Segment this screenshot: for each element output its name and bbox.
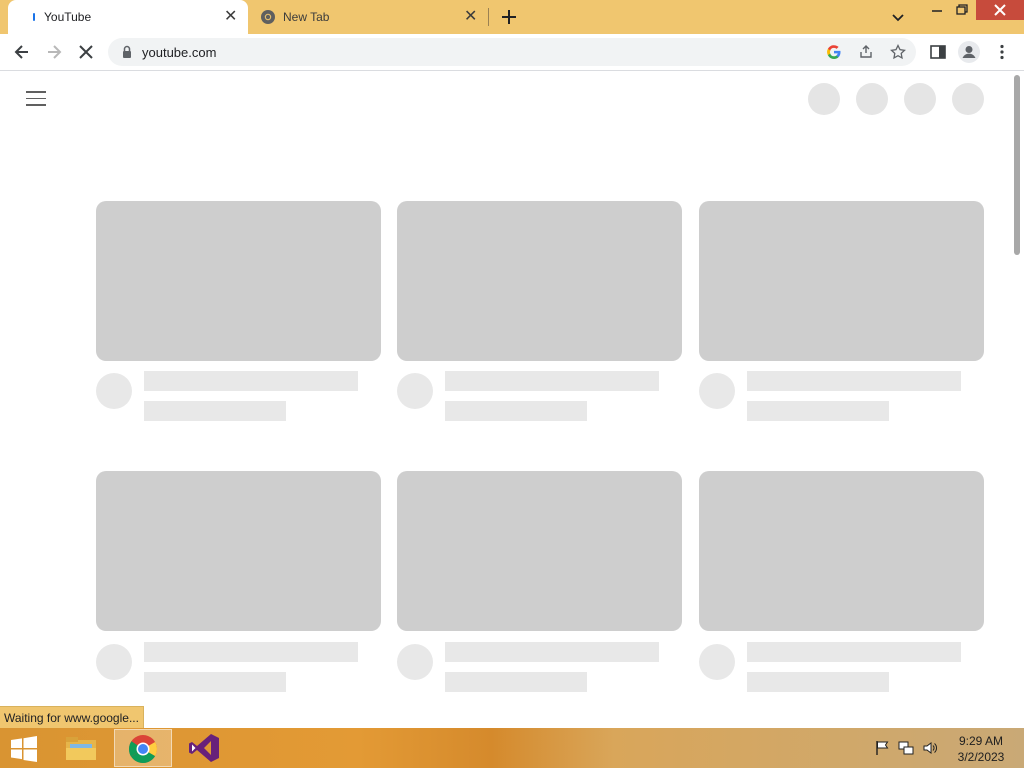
hamburger-menu-icon[interactable] [26,91,46,107]
thumbnail-placeholder [96,201,381,361]
thumbnail-placeholder [397,201,682,361]
thumbnail-placeholder [397,471,682,631]
youtube-page [0,71,1010,728]
title-placeholder [747,371,961,391]
visual-studio-icon [189,734,219,762]
meta-placeholder [144,672,286,692]
channel-avatar-placeholder [397,373,433,409]
meta-placeholder [445,672,587,692]
close-tab-icon[interactable]: ✕ [224,9,237,25]
share-icon[interactable] [858,44,874,60]
chrome-icon [128,735,157,764]
title-placeholder [747,642,961,662]
channel-avatar-placeholder [699,373,735,409]
header-placeholder [952,83,984,115]
browser-toolbar: youtube.com [0,34,1024,71]
lock-icon[interactable] [119,44,135,60]
minimize-icon[interactable] [925,0,949,20]
side-panel-icon[interactable] [928,42,948,62]
taskbar-file-explorer[interactable] [52,729,110,767]
channel-avatar-placeholder [397,644,433,680]
network-icon[interactable] [898,740,914,756]
google-lens-icon[interactable] [826,44,842,60]
meta-placeholder [747,401,889,421]
header-placeholder [904,83,936,115]
close-window-button[interactable] [976,0,1024,20]
title-placeholder [144,642,358,662]
tab-strip: YouTube ✕ New Tab ✕ [0,0,1024,34]
channel-avatar-placeholder [699,644,735,680]
bookmark-star-icon[interactable] [890,44,906,60]
tab-new-tab[interactable]: New Tab ✕ [250,0,488,34]
taskbar-visual-studio[interactable] [176,729,234,767]
new-tab-icon[interactable] [498,6,520,28]
url-text: youtube.com [142,45,217,60]
tab-title: YouTube [44,10,92,24]
volume-icon[interactable] [922,740,938,756]
restore-icon[interactable] [950,0,974,20]
chrome-icon [261,10,275,24]
close-tab-icon[interactable]: ✕ [464,9,477,25]
thumbnail-placeholder [699,201,984,361]
title-placeholder [445,371,659,391]
action-center-flag-icon[interactable] [874,740,890,756]
tab-title: New Tab [283,10,330,24]
loading-spinner-icon [33,13,35,21]
meta-placeholder [445,401,587,421]
address-bar[interactable]: youtube.com [108,38,916,66]
menu-kebab-icon[interactable] [992,42,1012,62]
title-placeholder [445,642,659,662]
forward-icon[interactable] [44,42,64,62]
status-bubble: Waiting for www.google... [0,706,144,730]
scrollbar-thumb[interactable] [1014,75,1020,255]
taskbar-chrome[interactable] [114,729,172,767]
channel-avatar-placeholder [96,373,132,409]
header-placeholder [856,83,888,115]
thumbnail-placeholder [96,471,381,631]
back-icon[interactable] [12,42,32,62]
close-icon [994,4,1006,16]
meta-placeholder [747,672,889,692]
taskbar: 9:29 AM 3/2/2023 [0,728,1024,768]
profile-avatar-icon[interactable] [958,41,980,63]
channel-avatar-placeholder [96,644,132,680]
stop-loading-icon[interactable] [76,42,96,62]
clock-time: 9:29 AM [958,734,1004,748]
file-explorer-icon [66,737,96,760]
title-placeholder [144,371,358,391]
tab-search-chevron-icon[interactable] [890,10,906,26]
header-placeholder [808,83,840,115]
system-clock[interactable]: 9:29 AM 3/2/2023 [950,733,1012,765]
thumbnail-placeholder [699,471,984,631]
tab-divider [488,8,489,26]
tab-youtube[interactable]: YouTube ✕ [8,0,248,34]
clock-date: 3/2/2023 [957,750,1005,764]
windows-start-icon[interactable] [10,736,38,762]
meta-placeholder [144,401,286,421]
